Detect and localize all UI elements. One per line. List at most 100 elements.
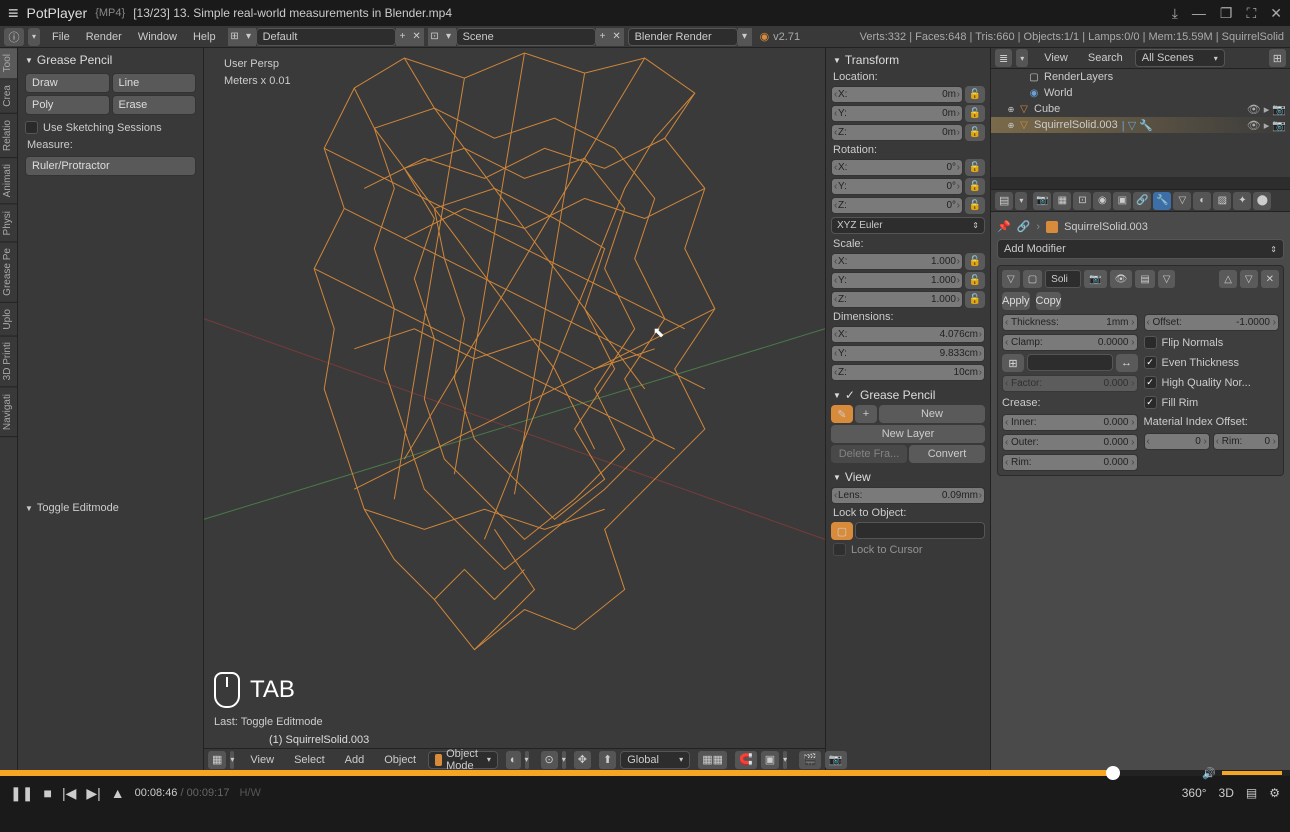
video-seekbar[interactable]: 🔊 [0,770,1290,776]
orientation-selector[interactable]: Global ▾ [620,751,690,769]
checkbox-icon[interactable]: ✓ [845,388,855,402]
stop-icon[interactable]: ■ [43,785,51,801]
info-editor-icon[interactable]: ⓘ [4,28,24,46]
transform-header[interactable]: Transform [829,51,987,69]
vtab-physics[interactable]: Physi [0,205,17,242]
crease-inner-field[interactable]: Inner:0.000 [1002,414,1138,431]
props-tab-constraints[interactable]: 🔗 [1133,192,1151,210]
engine-caret[interactable]: ▾ [738,28,752,46]
orientation-icon[interactable]: ⬆ [599,751,616,769]
pivot-icon[interactable]: ⊙ [541,751,558,769]
close-icon[interactable]: ✕ [1270,5,1282,22]
loc-x[interactable]: X:0m [831,86,963,103]
props-tab-render[interactable]: 📷 [1033,192,1051,210]
mode-selector[interactable]: Object Mode ▾ [428,751,498,769]
mod-expand-icon[interactable]: ▽ [1002,270,1020,288]
settings-icon[interactable]: ⚙ [1269,786,1280,800]
crease-outer-field[interactable]: Outer:0.000 [1002,434,1138,451]
vtab-grease[interactable]: Grease Pe [0,242,17,303]
dim-z[interactable]: Z:10cm [831,364,985,381]
gp-convert-button[interactable]: Convert [909,445,985,463]
props-tab-physics[interactable]: ⬤ [1253,192,1271,210]
vp-menu-object[interactable]: Object [376,751,424,769]
layout-add-icon[interactable]: + [396,28,410,46]
snap-icon[interactable]: 🧲 [735,751,757,769]
lock-obj-icon[interactable]: ▢ [831,522,853,540]
vgroup-icon[interactable]: ⊞ [1002,354,1024,372]
scene-selector[interactable]: ⊡▾ Scene +✕ [428,28,624,46]
checkbox-icon[interactable]: ✓ [1144,376,1157,389]
volume-icon[interactable]: 🔊 [1202,767,1216,780]
engine-name[interactable]: Blender Render [628,28,738,46]
checkbox-icon[interactable]: ✓ [1144,356,1157,369]
checkbox-icon[interactable] [833,543,846,556]
dim-y[interactable]: Y:9.833cm [831,345,985,362]
props-tab-material[interactable]: ◐ [1193,192,1211,210]
mod-apply-button[interactable]: Apply [1002,292,1030,310]
snap-target-icon[interactable]: ▣ [761,751,779,769]
gp-new-layer-button[interactable]: New Layer [831,425,985,443]
props-tab-layers[interactable]: ▦ [1053,192,1071,210]
props-tab-world[interactable]: ◉ [1093,192,1111,210]
rot-z[interactable]: Z:0° [831,197,963,214]
viewport-editor-caret[interactable]: ▾ [230,751,234,769]
minimize-icon[interactable]: — [1192,5,1206,22]
grease-pencil-header[interactable]: Grease Pencil [21,51,200,69]
out-filter-icon[interactable]: ⊞ [1269,49,1286,67]
vtab-animation[interactable]: Animati [0,158,17,204]
engine-selector[interactable]: Blender Render ▾ [628,28,752,46]
scale-y[interactable]: Y:1.000 [831,272,963,289]
layers-icon[interactable]: ▦▦ [698,751,727,769]
vtab-navigation[interactable]: Navigati [0,388,17,437]
next-icon[interactable]: ▶| [86,785,100,802]
scene-add-icon[interactable]: + [596,28,610,46]
viewport-editor-icon[interactable]: ▦ [208,751,226,769]
loc-z[interactable]: Z:0m [831,124,963,141]
mod-delete-icon[interactable]: ✕ [1261,270,1279,288]
scale-z[interactable]: Z:1.000 [831,291,963,308]
scene-del-icon[interactable]: ✕ [610,28,624,46]
flip-normals-check[interactable]: Flip Normals [1144,334,1280,351]
menu-render[interactable]: Render [78,28,130,46]
props-tab-object[interactable]: ▣ [1113,192,1131,210]
loc-y[interactable]: Y:0m [831,105,963,122]
dim-x[interactable]: X:4.076cm [831,326,985,343]
layout-selector[interactable]: ⊞▾ Default +✕ [228,28,424,46]
vp-menu-view[interactable]: View [242,751,282,769]
props-tab-modifiers[interactable]: 🔧 [1153,192,1171,210]
gp-erase-button[interactable]: Erase [112,95,197,115]
mod-down-icon[interactable]: ▽ [1240,270,1258,288]
props-tab-data[interactable]: ▽ [1173,192,1191,210]
layout-name[interactable]: Default [256,28,396,46]
vgroup-selector[interactable] [1027,354,1113,371]
menu-help[interactable]: Help [185,28,224,46]
vp-menu-select[interactable]: Select [286,751,333,769]
scene-browse-icon[interactable]: ⊡ [428,28,442,46]
fill-rim-check[interactable]: ✓Fill Rim [1144,394,1280,411]
3d-button[interactable]: 3D [1219,786,1234,800]
outliner-tree[interactable]: ▢RenderLayers ◉World ⊕▽Cube👁 ▸ 📷 ⊕▽Squir… [991,69,1290,177]
lock-icon[interactable]: 🔓 [965,159,985,176]
vp-menu-add[interactable]: Add [337,751,373,769]
prev-icon[interactable]: |◀ [62,785,76,802]
lock-icon[interactable]: 🔓 [965,197,985,214]
matidx-rim-field[interactable]: Rim:0 [1213,433,1279,450]
fullscreen-icon[interactable]: ⛶ [1246,5,1256,22]
seek-thumb[interactable] [1106,766,1120,780]
scene-caret[interactable]: ▾ [442,28,456,46]
gp-add-icon[interactable]: + [855,405,877,423]
menu-file[interactable]: File [44,28,78,46]
vtab-3dprint[interactable]: 3D Printi [0,336,17,387]
add-modifier-selector[interactable]: Add Modifier⇕ [997,239,1284,259]
props-tab-particles[interactable]: ✦ [1233,192,1251,210]
layout-browse-icon[interactable]: ⊞ [228,28,242,46]
scene-name[interactable]: Scene [456,28,596,46]
lock-icon[interactable]: 🔓 [965,272,985,289]
rot-x[interactable]: X:0° [831,159,963,176]
outliner-row[interactable]: ⊕▽Cube👁 ▸ 📷 [991,101,1290,117]
mod-up-icon[interactable]: △ [1219,270,1237,288]
outliner-editor-icon[interactable]: ≣ [995,49,1012,67]
view-np-header[interactable]: View [829,468,987,486]
lens-field[interactable]: Lens:0.09mm [831,487,985,504]
checkbox-icon[interactable]: ✓ [1144,396,1157,409]
